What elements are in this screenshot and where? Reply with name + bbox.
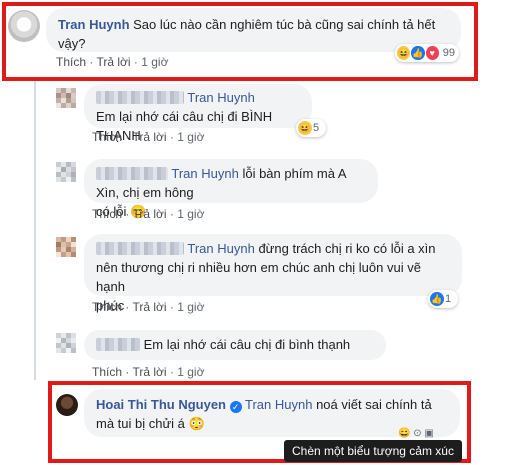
haha-icon: 😆 [298, 121, 312, 135]
reaction-count: 1 [445, 293, 452, 305]
reply-text-line2: nên thương chị ri nhiều hơn em chúc anh … [96, 260, 421, 294]
reply-bubble: Tran Huynh Em lại nhớ cái câu chị đi BÌN… [84, 84, 312, 143]
reaction-summary[interactable]: 😆 5 [296, 119, 326, 137]
reply-bubble: Tran Huynh đừng trách chị ri ko có lỗi a… [84, 234, 462, 313]
reply-button[interactable]: Trả lời [132, 365, 166, 379]
blurred-author [96, 167, 168, 180]
reply-bubble: Tran Huynh lỗi bàn phím mà A Xìn, chị em… [84, 159, 378, 219]
avatar[interactable] [56, 88, 76, 108]
comment-time[interactable]: 1 giờ [177, 130, 204, 144]
avatar[interactable] [56, 162, 76, 182]
blurred-author [96, 91, 184, 104]
comment-actions: Thích · Trả lời · 1 giờ [92, 365, 205, 379]
highlight-box [2, 2, 478, 81]
comment-time[interactable]: 1 giờ [177, 365, 204, 379]
reply-button[interactable]: Trả lời [132, 300, 166, 314]
reply-button[interactable]: Trả lời [132, 207, 166, 221]
mention-link[interactable]: Tran Huynh [187, 90, 254, 105]
reaction-count: 5 [313, 122, 320, 134]
reply-button[interactable]: Trả lời [132, 130, 166, 144]
comment-actions: Thích · Trả lời · 1 giờ [92, 207, 205, 221]
comment-time[interactable]: 1 giờ [177, 300, 204, 314]
like-button[interactable]: Thích [92, 207, 122, 221]
mention-link[interactable]: Tran Huynh [187, 241, 254, 256]
reply-text: Em lại nhớ cái câu chị đi bình thạnh [143, 337, 351, 352]
tooltip: Chèn một biểu tượng cảm xúc [284, 440, 462, 462]
like-button[interactable]: Thích [92, 300, 122, 314]
blurred-author [96, 242, 184, 255]
reply-bubble: Em lại nhớ cái câu chị đi bình thạnh [84, 330, 386, 360]
mention-link[interactable]: Tran Huynh [171, 166, 238, 181]
like-button[interactable]: Thích [92, 130, 122, 144]
blurred-author [96, 338, 140, 351]
avatar[interactable] [56, 333, 76, 353]
reaction-summary[interactable]: 👍 1 [428, 290, 458, 308]
comment-actions: Thích · Trả lời · 1 giờ [92, 130, 205, 144]
like-button[interactable]: Thích [92, 365, 122, 379]
avatar[interactable] [56, 237, 76, 257]
comment-actions: Thích · Trả lời · 1 giờ [92, 300, 205, 314]
like-icon: 👍 [430, 292, 444, 306]
thread-line [34, 80, 36, 380]
comment-time[interactable]: 1 giờ [177, 207, 204, 221]
reply-text: đừng trách chị ri ko có lỗi a xìn [258, 241, 436, 256]
